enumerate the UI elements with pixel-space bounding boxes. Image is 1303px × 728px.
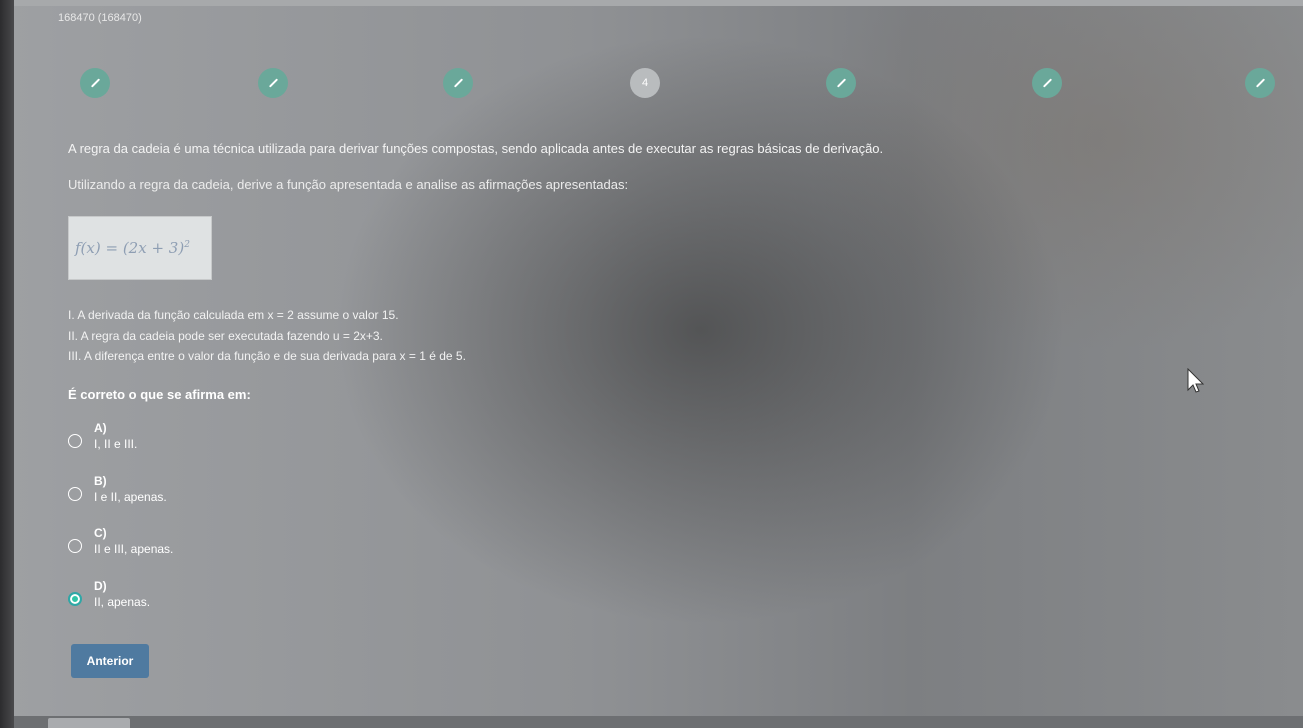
question-instruction: Utilizando a regra da cadeia, derive a f… (68, 177, 629, 192)
progress-step-3[interactable] (443, 68, 473, 98)
question-prompt: É correto o que se afirma em: (68, 387, 251, 402)
option-c[interactable]: C) II e III, apenas. (68, 526, 368, 566)
option-text: I e II, apenas. (94, 490, 167, 504)
formula-base: f(x) = (2x + 3) (75, 239, 185, 257)
option-b-radio[interactable] (68, 487, 82, 501)
mouse-cursor-icon (1187, 368, 1205, 393)
formula-exponent: 2 (184, 240, 190, 250)
progress-step-6[interactable] (1032, 68, 1062, 98)
option-b[interactable]: B) I e II, apenas. (68, 474, 368, 514)
progress-step-7[interactable] (1245, 68, 1275, 98)
option-a[interactable]: A) I, II e III. (68, 421, 368, 461)
pencil-icon (268, 78, 278, 88)
option-letter: C) (94, 526, 107, 540)
pencil-icon (836, 78, 846, 88)
top-strip (14, 0, 1303, 6)
progress-step-5[interactable] (826, 68, 856, 98)
question-id: 168470 (168470) (58, 12, 142, 24)
progress-step-label: 4 (641, 77, 649, 89)
progress-step-4[interactable]: 4 (630, 68, 660, 98)
bottom-tab[interactable] (48, 718, 130, 728)
option-letter: D) (94, 579, 107, 593)
screen-bezel (0, 0, 14, 728)
option-letter: A) (94, 421, 107, 435)
option-text: I, II e III. (94, 437, 138, 451)
option-a-radio[interactable] (68, 434, 82, 448)
statement-1: I. A derivada da função calculada em x =… (68, 308, 399, 322)
pencil-icon (453, 78, 463, 88)
question-intro: A regra da cadeia é uma técnica utilizad… (68, 141, 884, 156)
option-d-radio[interactable] (68, 592, 82, 606)
progress-step-1[interactable] (80, 68, 110, 98)
bottom-bar (14, 716, 1303, 728)
progress-step-2[interactable] (258, 68, 288, 98)
option-d[interactable]: D) II, apenas. (68, 579, 368, 619)
statement-2: II. A regra da cadeia pode ser executada… (68, 329, 383, 343)
formula: f(x) = (2x + 3)2 (75, 239, 190, 257)
pencil-icon (1042, 78, 1052, 88)
statement-3: III. A diferença entre o valor da função… (68, 349, 466, 363)
formula-image: f(x) = (2x + 3)2 (68, 216, 212, 280)
progress-steps: 4 (80, 68, 1280, 102)
previous-button[interactable]: Anterior (71, 644, 149, 678)
option-c-radio[interactable] (68, 539, 82, 553)
option-letter: B) (94, 474, 107, 488)
option-text: II e III, apenas. (94, 542, 174, 556)
pencil-icon (1255, 78, 1265, 88)
pencil-icon (90, 78, 100, 88)
option-text: II, apenas. (94, 595, 151, 609)
